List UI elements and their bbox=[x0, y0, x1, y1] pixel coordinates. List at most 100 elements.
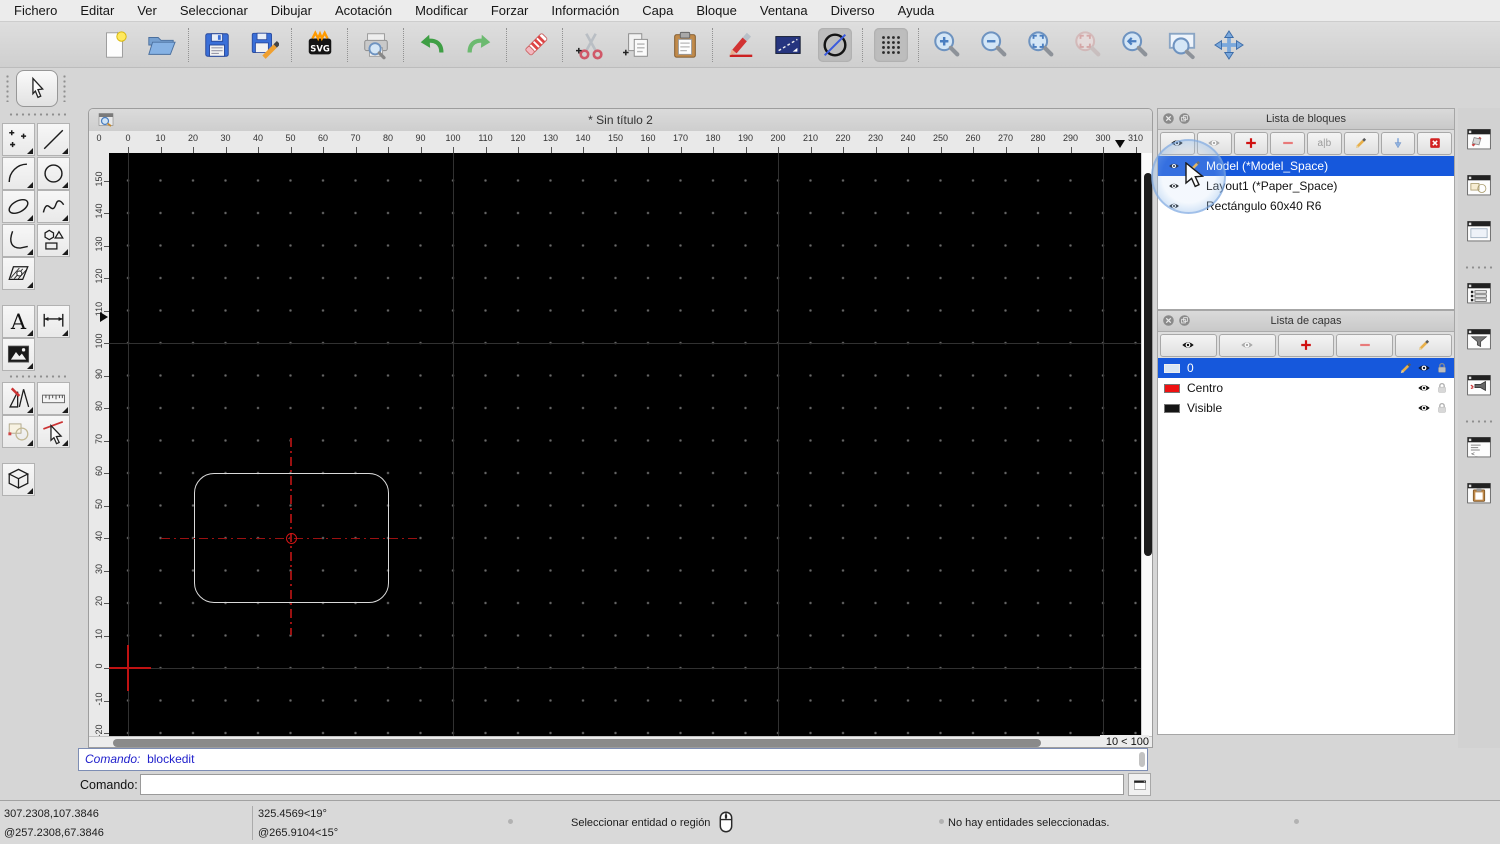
remove-block-button[interactable] bbox=[1270, 131, 1305, 155]
menu-informacion[interactable]: Información bbox=[551, 3, 619, 18]
menu-editar[interactable]: Editar bbox=[80, 3, 114, 18]
text-tool-button[interactable]: A bbox=[2, 304, 35, 338]
zoom-window-button[interactable] bbox=[1165, 28, 1199, 62]
hide-all-layers-button[interactable] bbox=[1218, 333, 1276, 357]
horizontal-scrollbar[interactable] bbox=[89, 736, 1152, 747]
rename-block-button[interactable]: a|b bbox=[1307, 131, 1342, 155]
edit-layer-button[interactable] bbox=[1395, 333, 1452, 357]
modify-tool-button[interactable] bbox=[2, 381, 35, 415]
block-list-item[interactable]: Rectángulo 60x40 R6 bbox=[1158, 196, 1454, 216]
paste-button[interactable] bbox=[668, 28, 702, 62]
box3d-tool-button[interactable] bbox=[2, 462, 35, 496]
menu-ver[interactable]: Ver bbox=[137, 3, 157, 18]
dimension-tool-button[interactable] bbox=[37, 304, 70, 338]
arc-tool-button[interactable] bbox=[2, 156, 35, 190]
command-history-scrollbar[interactable] bbox=[1139, 752, 1145, 767]
drawing-canvas[interactable] bbox=[109, 153, 1141, 736]
hatch-tool-button[interactable] bbox=[2, 257, 35, 290]
open-folder-button[interactable] bbox=[144, 28, 178, 62]
remove-layer-button[interactable] bbox=[1336, 333, 1394, 357]
close-icon[interactable] bbox=[1162, 112, 1175, 125]
float-icon[interactable] bbox=[1178, 112, 1191, 125]
menu-ventana[interactable]: Ventana bbox=[760, 3, 808, 18]
order-tool-button[interactable] bbox=[2, 415, 35, 448]
edit-block-button[interactable] bbox=[1343, 131, 1379, 155]
zoom-pan-button[interactable] bbox=[1212, 28, 1246, 62]
save-as-button[interactable] bbox=[247, 28, 281, 62]
command-history[interactable]: Comando: blockedit bbox=[78, 748, 1148, 771]
delete-button[interactable] bbox=[518, 28, 552, 62]
float-icon[interactable] bbox=[1178, 314, 1191, 327]
circle-tool-button[interactable] bbox=[37, 156, 70, 190]
zoom-in-button[interactable] bbox=[930, 28, 964, 62]
add-block-button[interactable] bbox=[1233, 131, 1269, 155]
entity-circle-button[interactable] bbox=[818, 27, 852, 62]
spline-tool-button[interactable] bbox=[37, 190, 70, 223]
polyline-tool-button[interactable] bbox=[2, 223, 35, 257]
ellipse-tool-button[interactable] bbox=[2, 190, 35, 223]
menu-seleccionar[interactable]: Seleccionar bbox=[180, 3, 248, 18]
hide-all-blocks-button[interactable] bbox=[1196, 131, 1232, 155]
block-list-item[interactable]: Model (*Model_Space) bbox=[1158, 156, 1454, 176]
add-layer-button[interactable] bbox=[1277, 333, 1335, 357]
print-preview-button[interactable] bbox=[359, 28, 393, 62]
copy-button[interactable] bbox=[621, 28, 655, 62]
show-all-layers-button[interactable] bbox=[1160, 333, 1217, 357]
command-window-toggle-button[interactable] bbox=[1128, 773, 1151, 796]
menu-modificar[interactable]: Modificar bbox=[415, 3, 468, 18]
vertical-scrollbar[interactable] bbox=[1141, 153, 1152, 736]
zoom-out-button[interactable] bbox=[977, 28, 1011, 62]
svg-export-button[interactable]: SVG bbox=[303, 28, 337, 62]
attributes-button[interactable] bbox=[771, 28, 805, 62]
close-icon bbox=[1163, 315, 1174, 326]
layer-list-item[interactable]: Centro bbox=[1158, 378, 1454, 398]
vertical-scrollbar-thumb[interactable] bbox=[1144, 173, 1152, 556]
select-tool-button[interactable] bbox=[37, 415, 70, 448]
zoom-previous-button[interactable] bbox=[1118, 28, 1152, 62]
polygon-tool-button[interactable] bbox=[37, 223, 70, 257]
measure-tool-button[interactable] bbox=[37, 381, 70, 415]
redo-button[interactable] bbox=[462, 28, 496, 62]
command-dock-button[interactable]: <_ bbox=[1462, 431, 1496, 464]
delete-block-button[interactable] bbox=[1417, 131, 1452, 155]
h-ruler-label: 200 bbox=[770, 133, 786, 143]
menu-fichero[interactable]: Fichero bbox=[14, 3, 57, 18]
cut-button[interactable] bbox=[574, 28, 608, 62]
relative-polar-coordinates: @265.9104<15° bbox=[258, 827, 339, 839]
menu-dibujar[interactable]: Dibujar bbox=[271, 3, 312, 18]
layer-list-item[interactable]: 0 bbox=[1158, 358, 1454, 378]
list-dock-button[interactable] bbox=[1462, 277, 1496, 310]
command-input[interactable] bbox=[140, 774, 1124, 795]
line-tool-button[interactable] bbox=[37, 123, 70, 156]
menu-capa[interactable]: Capa bbox=[642, 3, 673, 18]
points-tool-button[interactable] bbox=[2, 123, 35, 156]
zoom-redraw-button[interactable] bbox=[1071, 28, 1105, 62]
grid-toggle-button[interactable] bbox=[874, 27, 908, 62]
drawing-window-titlebar[interactable]: * Sin título 2 bbox=[89, 109, 1152, 132]
new-document-button[interactable] bbox=[97, 28, 131, 62]
save-button[interactable] bbox=[200, 28, 234, 62]
layer-list-item[interactable]: Visible bbox=[1158, 398, 1454, 418]
draw-pen-button[interactable] bbox=[724, 28, 758, 62]
insert-block-button[interactable] bbox=[1380, 131, 1416, 155]
horizontal-scrollbar-thumb[interactable] bbox=[113, 739, 1041, 747]
zoom-auto-button[interactable] bbox=[1024, 28, 1058, 62]
block-edit-dock-button[interactable] bbox=[1462, 123, 1496, 156]
menu-acotacion[interactable]: Acotación bbox=[335, 3, 392, 18]
selection-pointer-button[interactable] bbox=[16, 70, 58, 107]
menu-bloque[interactable]: Bloque bbox=[696, 3, 736, 18]
close-icon[interactable] bbox=[1162, 314, 1175, 327]
blank-dock-button[interactable] bbox=[1462, 215, 1496, 248]
clipboard-dock-button[interactable] bbox=[1462, 477, 1496, 510]
menu-forzar[interactable]: Forzar bbox=[491, 3, 529, 18]
menu-diverso[interactable]: Diverso bbox=[831, 3, 875, 18]
filter-dock-button[interactable] bbox=[1462, 323, 1496, 356]
show-all-blocks-button[interactable] bbox=[1160, 131, 1195, 155]
block-list-item[interactable]: Layout1 (*Paper_Space) bbox=[1158, 176, 1454, 196]
undo-button[interactable] bbox=[415, 28, 449, 62]
image-tool-button[interactable] bbox=[2, 338, 35, 371]
tool-palette: A bbox=[0, 108, 75, 748]
menu-ayuda[interactable]: Ayuda bbox=[898, 3, 935, 18]
library-dock-button[interactable] bbox=[1462, 169, 1496, 202]
media-dock-button[interactable] bbox=[1462, 369, 1496, 402]
